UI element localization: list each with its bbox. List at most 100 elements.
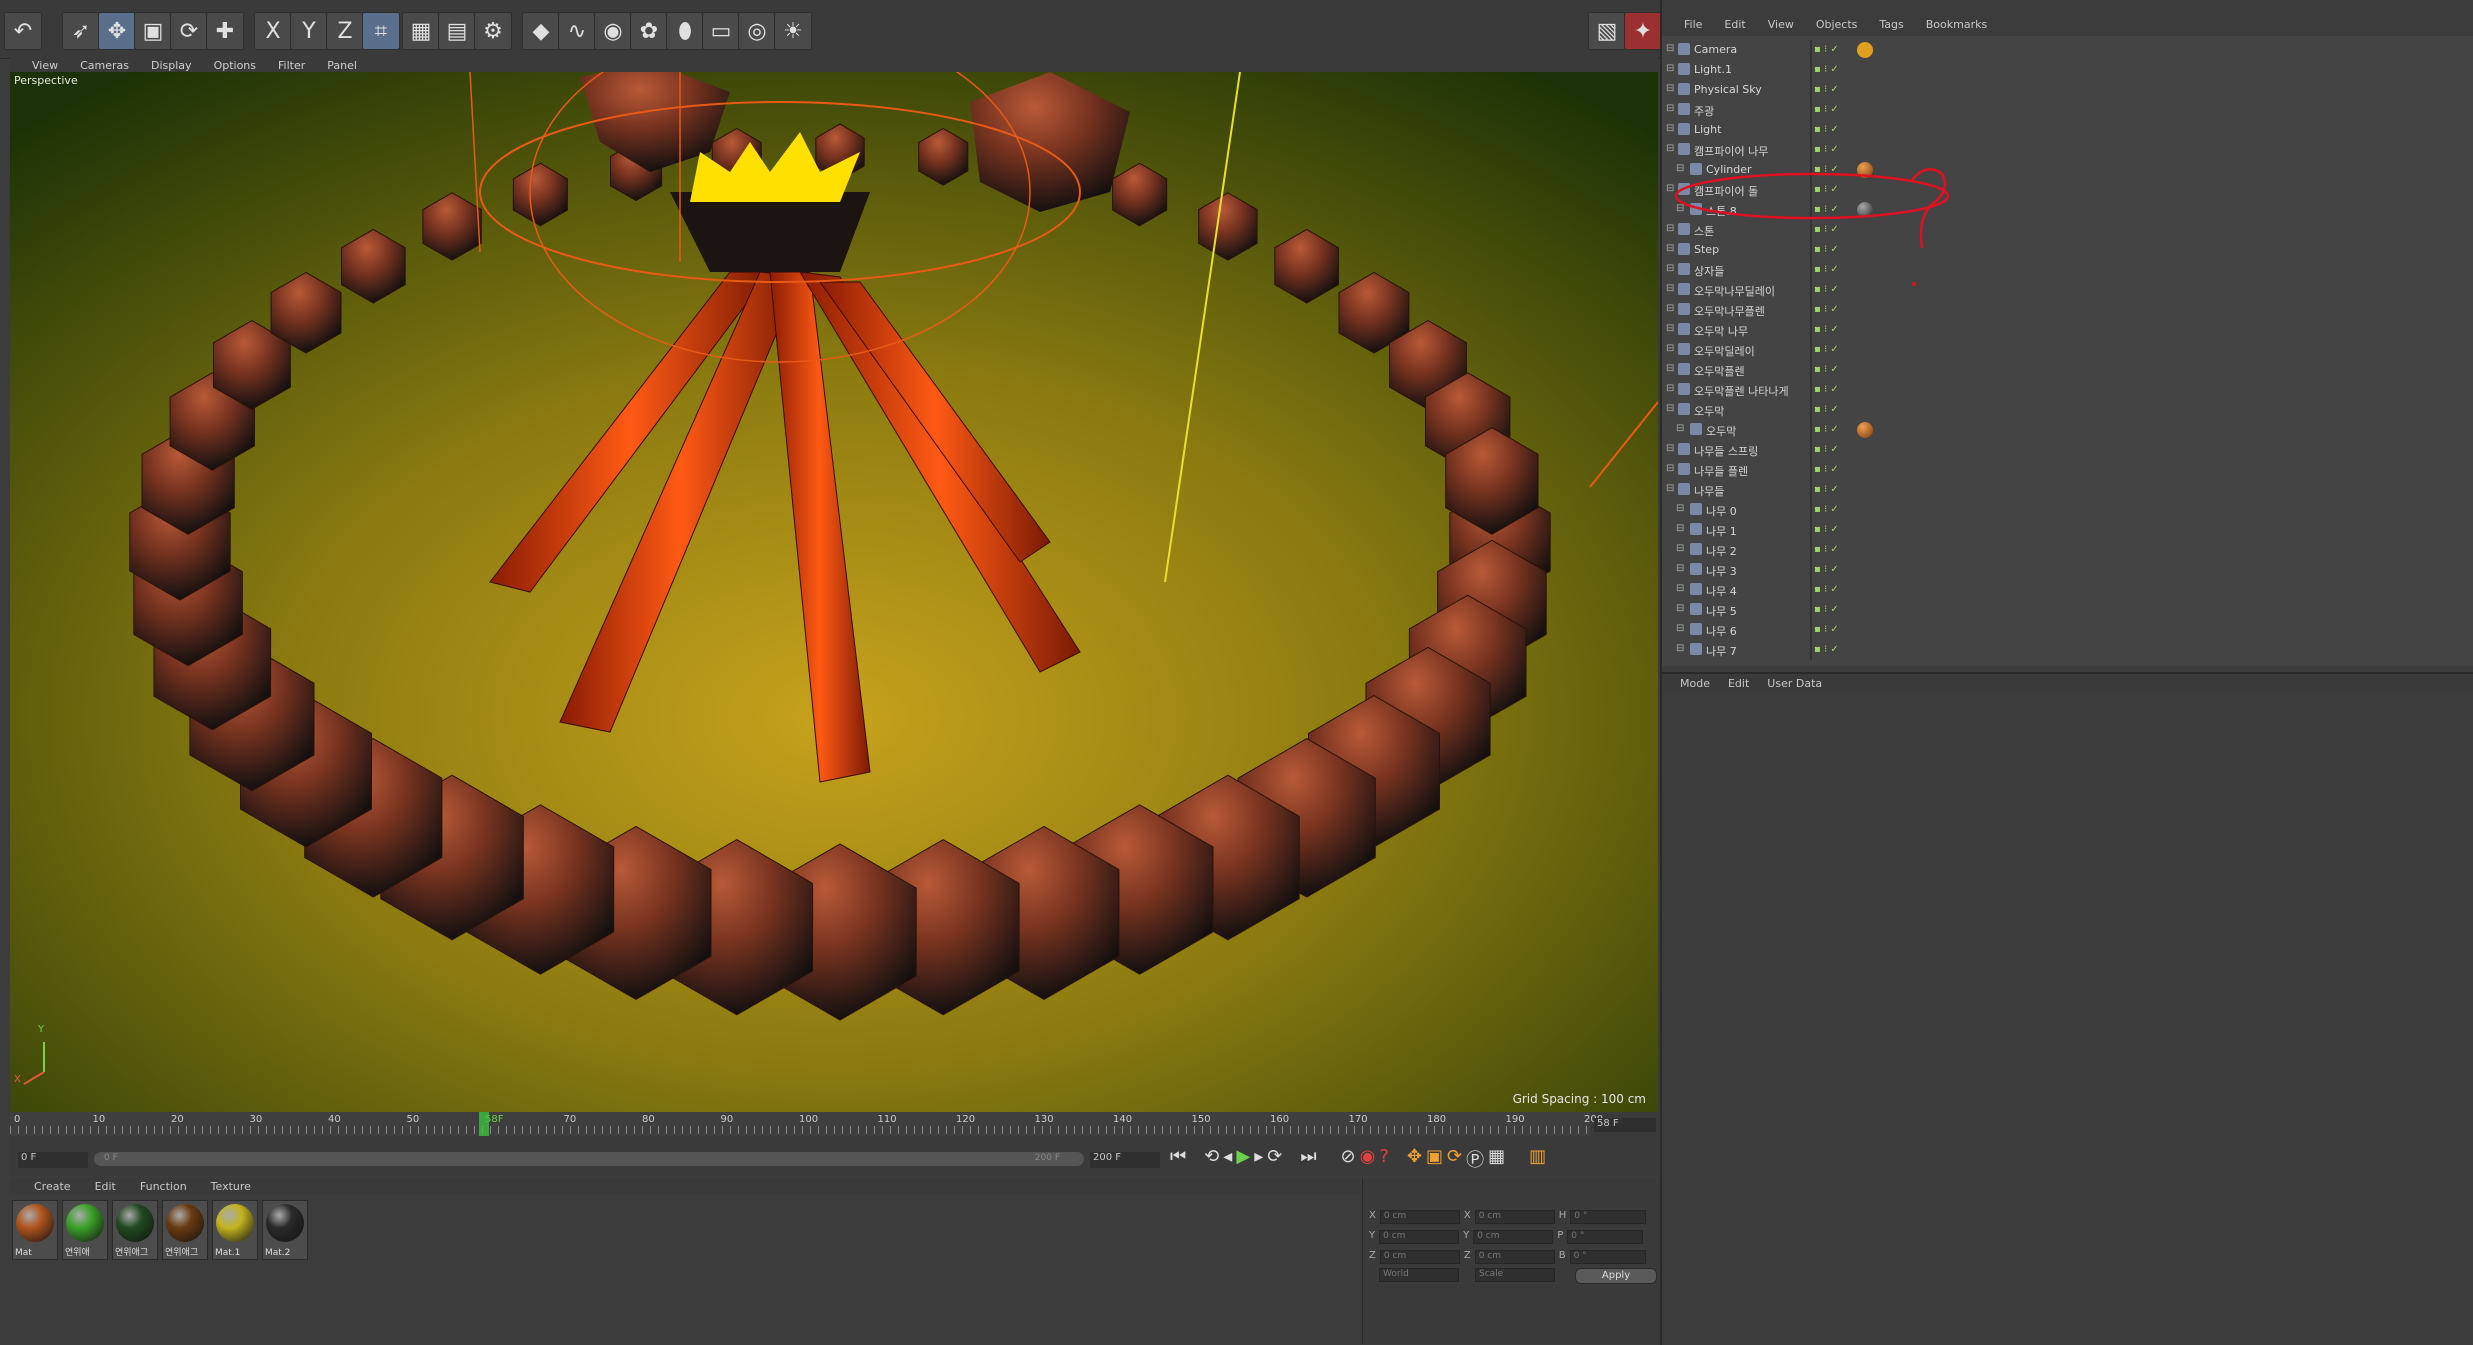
visibility-toggle-icon[interactable]: ▪ ⁝ ✓ (1814, 404, 1839, 415)
visibility-toggle-icon[interactable]: ▪ ⁝ ✓ (1814, 524, 1839, 535)
object-name[interactable]: 나무 2 (1706, 543, 1737, 559)
object-row[interactable]: ⊟ 캠프파이어 나무 ▪ ⁝ ✓ (1662, 140, 2473, 160)
material-area[interactable] (10, 1260, 1360, 1344)
object-name[interactable]: 나무 7 (1706, 643, 1737, 659)
world-dropdown[interactable]: World (1379, 1268, 1459, 1282)
material-swatch[interactable]: Mat.1 (212, 1200, 258, 1260)
object-name[interactable]: 오두막플렌 나타나게 (1694, 383, 1789, 399)
visibility-toggle-icon[interactable]: ▪ ⁝ ✓ (1814, 124, 1839, 135)
move-tool-icon[interactable]: ✥ (98, 12, 136, 50)
expand-icon[interactable]: ⊟ (1666, 464, 1676, 474)
mat-menu-edit[interactable]: Edit (95, 1180, 116, 1193)
visibility-toggle-icon[interactable]: ▪ ⁝ ✓ (1814, 624, 1839, 635)
visibility-toggle-icon[interactable]: ▪ ⁝ ✓ (1814, 324, 1839, 335)
expand-icon[interactable]: ⊟ (1666, 384, 1676, 394)
scale-dropdown[interactable]: Scale (1475, 1268, 1555, 1282)
pos-x-field[interactable]: 0 cm (1379, 1210, 1460, 1224)
y-axis-button[interactable]: Y (290, 12, 328, 50)
size-x-field[interactable]: 0 cm (1474, 1210, 1555, 1224)
pos-y-field[interactable]: 0 cm (1379, 1230, 1460, 1244)
object-row[interactable]: ⊟ 나무 6 ▪ ⁝ ✓ (1662, 620, 2473, 640)
object-row[interactable]: ⊟ 오두막플렌 나타나게 ▪ ⁝ ✓ (1662, 380, 2473, 400)
frame-range-slider[interactable]: 0 F 200 F (94, 1152, 1084, 1166)
visibility-toggle-icon[interactable]: ▪ ⁝ ✓ (1814, 444, 1839, 455)
object-row[interactable]: ⊟ 나무 5 ▪ ⁝ ✓ (1662, 600, 2473, 620)
visibility-toggle-icon[interactable]: ▪ ⁝ ✓ (1814, 604, 1839, 615)
visibility-toggle-icon[interactable]: ▪ ⁝ ✓ (1814, 344, 1839, 355)
object-name[interactable]: 나무들 (1694, 483, 1724, 499)
object-name[interactable]: 나무 6 (1706, 623, 1737, 639)
object-name[interactable]: 나무들 플렌 (1694, 463, 1748, 479)
visibility-toggle-icon[interactable]: ▪ ⁝ ✓ (1814, 484, 1839, 495)
expand-icon[interactable]: ⊟ (1676, 524, 1686, 534)
keyframe-icon[interactable]: ⊘ (1341, 1146, 1356, 1172)
go-start-icon[interactable]: ⏮ (1170, 1146, 1186, 1172)
object-row[interactable]: ⊟ 나무 1 ▪ ⁝ ✓ (1662, 520, 2473, 540)
object-row[interactable]: ⊟ Light ▪ ⁝ ✓ (1662, 120, 2473, 140)
object-name[interactable]: 나무 3 (1706, 563, 1737, 579)
prev-key-icon[interactable]: ⟲ (1204, 1146, 1219, 1172)
cube-icon[interactable]: ◆ (522, 12, 560, 50)
start-frame-field[interactable]: 0 F (18, 1152, 88, 1168)
scale-tool-icon[interactable]: ▣ (134, 12, 172, 50)
expand-icon[interactable]: ⊟ (1676, 624, 1686, 634)
expand-icon[interactable]: ⊟ (1666, 84, 1676, 94)
object-name[interactable]: 나무 5 (1706, 603, 1737, 619)
rot-b-field[interactable]: 0 ° (1569, 1250, 1646, 1264)
object-row[interactable]: ⊟ 오두막 ▪ ⁝ ✓ (1662, 400, 2473, 420)
mat-menu-texture[interactable]: Texture (211, 1180, 251, 1193)
prev-frame-icon[interactable]: ◂ (1223, 1146, 1232, 1172)
record-icon[interactable]: ◉ (1360, 1146, 1376, 1172)
material-swatch[interactable]: 연위애 (62, 1200, 108, 1260)
visibility-toggle-icon[interactable]: ▪ ⁝ ✓ (1814, 464, 1839, 475)
add-tool-icon[interactable]: ✚ (206, 12, 244, 50)
object-name[interactable]: 나무 4 (1706, 583, 1737, 599)
timeline-ruler[interactable]: 0 10 20 30 40 50 58F 70 80 90 100 110 120 130 140 150 16… (10, 1112, 1603, 1136)
object-row[interactable]: ⊟ 나무 7 ▪ ⁝ ✓ (1662, 640, 2473, 660)
nurbs-icon[interactable]: ◉ (594, 12, 632, 50)
menu-options[interactable]: Options (214, 59, 256, 72)
object-name[interactable]: 오두막 (1706, 423, 1736, 439)
go-end-icon[interactable]: ⏭ (1300, 1146, 1316, 1172)
expand-icon[interactable]: ⊟ (1676, 424, 1686, 434)
apply-button[interactable]: Apply (1575, 1268, 1657, 1284)
object-name[interactable]: 오두막 (1694, 403, 1724, 419)
render-picture-icon[interactable]: ▤ (438, 12, 476, 50)
visibility-toggle-icon[interactable]: ▪ ⁝ ✓ (1814, 84, 1839, 95)
object-row[interactable]: ⊟ 오두막 ▪ ⁝ ✓ (1662, 420, 2473, 440)
visibility-toggle-icon[interactable]: ▪ ⁝ ✓ (1814, 304, 1839, 315)
next-key-icon[interactable]: ⟳ (1267, 1146, 1282, 1172)
om-menu-file[interactable]: File (1684, 18, 1702, 32)
key-position-icon[interactable]: ✥ (1407, 1146, 1422, 1172)
x-axis-button[interactable]: X (254, 12, 292, 50)
size-y-field[interactable]: 0 cm (1473, 1230, 1554, 1244)
object-row[interactable]: ⊟ Light.1 ▪ ⁝ ✓ (1662, 60, 2473, 80)
expand-icon[interactable]: ⊟ (1666, 304, 1676, 314)
layout-icon[interactable]: ▧ (1588, 12, 1626, 50)
menu-cameras[interactable]: Cameras (80, 59, 129, 72)
material-swatch[interactable]: Mat.2 (262, 1200, 308, 1260)
object-name[interactable]: 오두막딜레이 (1694, 343, 1755, 359)
om-menu-view[interactable]: View (1768, 18, 1794, 32)
coordinate-system-icon[interactable]: ⌗ (362, 12, 400, 50)
rot-p-field[interactable]: 0 ° (1567, 1230, 1644, 1244)
render-settings-icon[interactable]: ⚙ (474, 12, 512, 50)
menu-filter[interactable]: Filter (278, 59, 305, 72)
render-view-icon[interactable]: ▦ (402, 12, 440, 50)
expand-icon[interactable]: ⊟ (1676, 504, 1686, 514)
undo-icon[interactable]: ↶ (4, 12, 42, 50)
spline-icon[interactable]: ∿ (558, 12, 596, 50)
mat-menu-function[interactable]: Function (140, 1180, 187, 1193)
expand-icon[interactable]: ⊟ (1676, 584, 1686, 594)
object-name[interactable]: Camera (1694, 43, 1737, 56)
array-icon[interactable]: ✿ (630, 12, 668, 50)
object-row[interactable]: ⊟ 나무들 플렌 ▪ ⁝ ✓ (1662, 460, 2473, 480)
playhead[interactable] (479, 1112, 489, 1136)
expand-icon[interactable]: ⊟ (1676, 544, 1686, 554)
visibility-toggle-icon[interactable]: ▪ ⁝ ✓ (1814, 384, 1839, 395)
camera-icon[interactable]: ◎ (738, 12, 776, 50)
current-frame-field[interactable]: 58 F (1594, 1118, 1656, 1132)
expand-icon[interactable]: ⊟ (1666, 324, 1676, 334)
visibility-toggle-icon[interactable]: ▪ ⁝ ✓ (1814, 44, 1839, 55)
key-scale-icon[interactable]: ▣ (1426, 1146, 1443, 1172)
